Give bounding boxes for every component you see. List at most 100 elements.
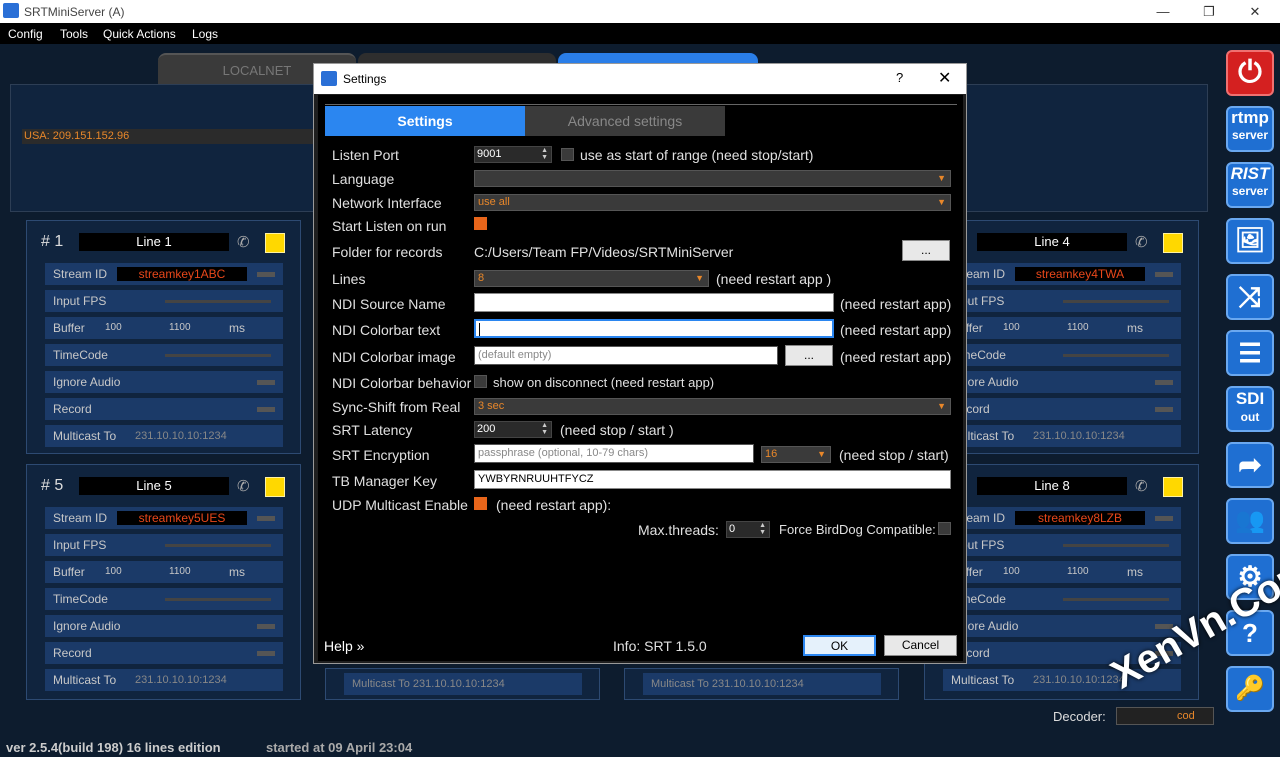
line-card-5: # 5 Line 5 ✆ Stream ID streamkey5UES Inpu… <box>26 464 301 700</box>
line-name: Line 8 <box>977 477 1127 495</box>
help-link[interactable]: Help » <box>324 638 364 654</box>
menu-logs[interactable]: Logs <box>192 27 218 41</box>
stream-id-row: Stream ID streamkey5UES <box>45 507 283 529</box>
stream-id-value[interactable]: streamkey8LZB <box>1015 511 1145 525</box>
sync-shift-select[interactable]: 3 sec ▼ <box>474 398 951 415</box>
menu-quick-actions[interactable]: Quick Actions <box>103 27 176 41</box>
image-view-icon[interactable]: 🖼 <box>1226 218 1274 264</box>
ndi-source-note: (need restart app) <box>840 296 952 312</box>
timecode-row: TimeCode <box>45 588 283 610</box>
tb-manager-label: TB Manager Key <box>332 473 438 489</box>
show-on-disconnect-checkbox[interactable] <box>474 375 487 388</box>
srt-keylen-select[interactable]: 16 ▼ <box>761 446 831 463</box>
srt-passphrase-input[interactable]: passphrase (optional, 10-79 chars) <box>474 444 754 463</box>
line-name: Line 1 <box>79 233 229 251</box>
srt-latency-label: SRT Latency <box>332 422 413 438</box>
start-listen-checkbox[interactable] <box>474 217 487 230</box>
network-interface-select[interactable]: use all ▼ <box>474 194 951 211</box>
app-icon <box>3 3 19 18</box>
stream-id-value[interactable]: streamkey4TWA <box>1015 267 1145 281</box>
stream-id-row: Stream ID streamkey4TWA <box>943 263 1181 285</box>
folder-browse-button[interactable]: ... <box>902 240 950 261</box>
menu-bar: Config Tools Quick Actions Logs <box>0 23 1280 44</box>
rtmp-server-button[interactable]: rtmp server <box>1226 106 1274 152</box>
cancel-button[interactable]: Cancel <box>884 635 957 656</box>
ndi-source-input[interactable] <box>474 293 834 312</box>
status-indicator <box>265 233 285 253</box>
multicast-row: Multicast To 231.10.10.10:1234 <box>643 673 881 695</box>
udp-multicast-checkbox[interactable] <box>474 497 487 510</box>
input-fps-row: Input FPS <box>943 534 1181 556</box>
srt-latency-input[interactable]: 200 ▲ ▼ <box>474 421 552 438</box>
input-fps-row: Input FPS <box>45 534 283 556</box>
ignore-audio-row[interactable]: Ignore Audio <box>943 371 1181 393</box>
listen-port-input[interactable]: 9001 ▲ ▼ <box>474 146 552 163</box>
ndi-colorbar-image-input[interactable]: (default empty) <box>474 346 778 365</box>
window-title: SRTMiniServer (A) <box>24 5 125 19</box>
timecode-row: TimeCode <box>943 344 1181 366</box>
tab-advanced-settings[interactable]: Advanced settings <box>525 106 725 136</box>
show-on-disconnect-label: show on disconnect (need restart app) <box>493 375 715 390</box>
folder-records-label: Folder for records <box>332 244 443 260</box>
tab-settings[interactable]: Settings <box>325 106 525 136</box>
dialog-titlebar: Settings ? ✕ <box>314 64 966 94</box>
record-row[interactable]: Record <box>45 642 283 664</box>
stream-id-value[interactable]: streamkey5UES <box>117 511 247 525</box>
power-icon[interactable]: ⏻ <box>1226 50 1274 96</box>
rist-server-button[interactable]: RIST server <box>1226 162 1274 208</box>
birddog-checkbox[interactable] <box>938 522 951 535</box>
phone-icon[interactable]: ✆ <box>1135 477 1148 495</box>
ignore-audio-row[interactable]: Ignore Audio <box>45 615 283 637</box>
ndi-colorbar-text-input[interactable] <box>474 319 834 338</box>
max-threads-label: Max.threads: <box>638 522 719 538</box>
decoder-label: Decoder: <box>1053 709 1106 724</box>
decoder-select[interactable]: cod <box>1116 707 1214 725</box>
record-row[interactable]: Record <box>943 398 1181 420</box>
srt-encryption-note: (need stop / start) <box>839 447 949 463</box>
settings-dialog: Settings ? ✕ Settings Advanced settings … <box>313 63 967 664</box>
schedule-icon[interactable]: ☰ <box>1226 330 1274 376</box>
srt-encryption-label: SRT Encryption <box>332 447 430 463</box>
tb-manager-input[interactable]: YWBYRNRUUHTFYCZ <box>474 470 951 489</box>
stream-id-row: Stream ID streamkey1ABC <box>45 263 283 285</box>
sdi-out-button[interactable]: SDI out <box>1226 386 1274 432</box>
line-card-1: # 1 Line 1 ✆ Stream ID streamkey1ABC Inpu… <box>26 220 301 454</box>
menu-config[interactable]: Config <box>8 27 43 41</box>
stream-id-value[interactable]: streamkey1ABC <box>117 267 247 281</box>
ndi-colorbar-image-browse-button[interactable]: ... <box>785 345 833 366</box>
line-card-6-bottom: Multicast To 231.10.10.10:1234 <box>325 668 600 700</box>
ok-button[interactable]: OK <box>803 635 876 656</box>
record-row[interactable]: Record <box>45 398 283 420</box>
max-threads-input[interactable]: 0 ▲ ▼ <box>726 521 770 538</box>
shuffle-icon[interactable]: ⤨ <box>1226 274 1274 320</box>
srt-info: Info: SRT 1.5.0 <box>613 638 707 654</box>
minimize-button[interactable]: — <box>1140 1 1186 22</box>
key-icon[interactable]: 🔑 <box>1226 666 1274 712</box>
line-card-7-bottom: Multicast To 231.10.10.10:1234 <box>624 668 899 700</box>
ip-address: USA: 209.151.152.96 <box>22 129 322 144</box>
started-text: started at 09 April 23:04 <box>266 740 413 755</box>
restore-button[interactable]: ❐ <box>1186 1 1232 22</box>
phone-icon[interactable]: ✆ <box>1135 233 1148 251</box>
line-name: Line 4 <box>977 233 1127 251</box>
udp-multicast-note: (need restart app): <box>496 497 612 513</box>
phone-icon[interactable]: ✆ <box>237 233 250 251</box>
multicast-row: Multicast To 231.10.10.10:1234 <box>45 425 283 447</box>
menu-tools[interactable]: Tools <box>60 27 88 41</box>
buffer-row: Buffer1001100ms <box>45 317 283 339</box>
dialog-help-button[interactable]: ? <box>896 70 903 85</box>
ndi-colorbar-image-label: NDI Colorbar image <box>332 349 456 365</box>
dialog-close-button[interactable]: ✕ <box>938 68 951 88</box>
ndi-colorbar-text-label: NDI Colorbar text <box>332 322 441 338</box>
buffer-row: Buffer1001100ms <box>943 561 1181 583</box>
lines-label: Lines <box>332 271 366 287</box>
use-range-checkbox[interactable] <box>561 148 574 161</box>
language-select[interactable]: ▼ <box>474 170 951 187</box>
ignore-audio-row[interactable]: Ignore Audio <box>45 371 283 393</box>
share-icon[interactable]: ➦ <box>1226 442 1274 488</box>
dialog-body: Settings Advanced settings Listen Port 9… <box>318 95 963 661</box>
users-icon[interactable]: 👥 <box>1226 498 1274 544</box>
phone-icon[interactable]: ✆ <box>237 477 250 495</box>
lines-select[interactable]: 8 ▼ <box>474 270 709 287</box>
close-button[interactable]: ✕ <box>1232 1 1278 22</box>
